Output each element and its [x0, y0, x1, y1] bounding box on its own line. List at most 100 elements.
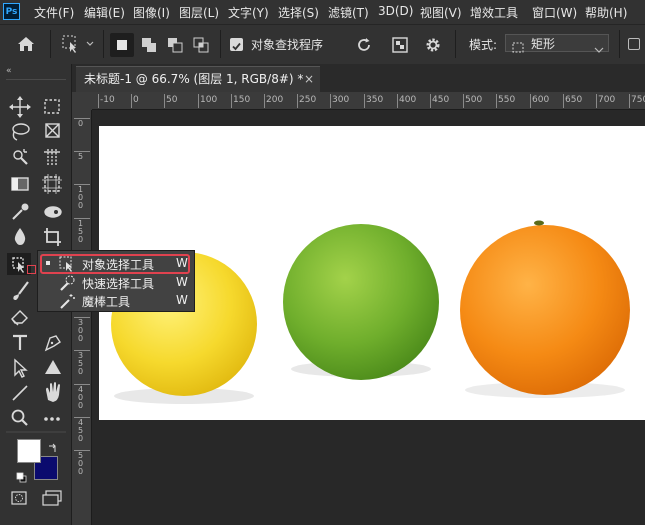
menu-file[interactable]: 文件(F)	[34, 4, 74, 21]
menu-3d[interactable]: 3D(D)	[378, 4, 413, 18]
ruler-tick	[297, 94, 298, 108]
text-icon	[13, 334, 27, 350]
foreground-color-swatch[interactable]	[17, 439, 41, 463]
menu-select[interactable]: 选择(S)	[278, 4, 319, 21]
flyout-item-shortcut: W	[176, 275, 188, 289]
flyout-item-magic-wand[interactable]: 魔棒工具 W	[38, 292, 194, 311]
ruler-tick-label: 0	[78, 119, 84, 128]
flyout-item-object-select[interactable]: 对象选择工具 W	[38, 254, 194, 274]
menu-plugins[interactable]: 增效工具	[470, 4, 518, 21]
gradient-icon	[11, 177, 29, 191]
mode-select[interactable]: 矩形	[505, 34, 609, 53]
ruler-tick-label: 3 5 0	[78, 351, 84, 376]
add-selection-icon[interactable]	[139, 35, 159, 59]
brush-icon	[13, 281, 29, 300]
flyout-item-quick-select[interactable]: 快速选择工具 W	[38, 274, 194, 293]
path-select-icon	[14, 358, 28, 378]
ruler-tick-label: 100	[200, 95, 218, 105]
quick-mask-icon[interactable]	[10, 490, 28, 510]
mode-label: 模式:	[469, 38, 498, 52]
separator	[50, 30, 51, 58]
marquee-icon	[44, 99, 60, 114]
ruler-tick-label: 500	[465, 95, 483, 105]
option-checkbox[interactable]	[628, 38, 640, 50]
ruler-tick	[98, 94, 99, 108]
ruler-tick	[496, 94, 497, 108]
menu-layer[interactable]: 图层(L)	[179, 4, 219, 21]
separator	[103, 30, 104, 58]
ruler-tick	[131, 94, 132, 108]
tool-group-indicator-icon	[27, 265, 36, 274]
ruler-tick-label: 300	[332, 95, 350, 105]
new-selection-button[interactable]	[110, 33, 134, 57]
ruler-corner	[72, 92, 92, 110]
ruler-tick-label: 200	[266, 95, 284, 105]
lime	[283, 224, 439, 380]
ruler-tick	[629, 94, 630, 108]
ruler-tick-label: 4 5 0	[78, 418, 84, 443]
intersect-selection-icon[interactable]	[191, 35, 211, 59]
magic-wand-icon	[58, 293, 76, 312]
ruler-tick-label: 350	[366, 95, 384, 105]
menu-window[interactable]: 窗口(W)	[532, 4, 577, 21]
active-bullet-icon	[46, 261, 50, 265]
ruler-tick-label: 600	[532, 95, 550, 105]
rect-mode-icon	[512, 38, 524, 57]
flyout-item-label: 对象选择工具	[82, 258, 155, 272]
ruler-tick	[330, 94, 331, 108]
menu-edit[interactable]: 编辑(E)	[84, 4, 125, 21]
object-finder-label: 对象查找程序	[251, 38, 324, 52]
ruler-tick-label: 1 0 0	[78, 185, 84, 210]
gear-icon[interactable]	[424, 36, 442, 58]
slice-icon	[44, 149, 60, 165]
line-icon	[12, 385, 28, 401]
ruler-tick	[563, 94, 564, 108]
document-tab[interactable]: 未标题-1 @ 66.7% (图层 1, RGB/8#) * ×	[76, 66, 320, 92]
sample-all-checkbox[interactable]	[230, 38, 243, 51]
menu-filter[interactable]: 滤镜(T)	[328, 4, 369, 21]
ruler-tick-label: 550	[498, 95, 516, 105]
blur-icon	[14, 228, 26, 245]
menu-view[interactable]: 视图(V)	[420, 4, 462, 21]
dodge-icon	[44, 206, 62, 218]
ruler-tick-label: 1 5 0	[78, 219, 84, 244]
screen-mode-icon[interactable]	[41, 490, 63, 510]
flyout-item-label: 魔棒工具	[82, 295, 131, 309]
ruler-tick-label: 650	[565, 95, 583, 105]
ruler-tick-label: 400	[399, 95, 417, 105]
close-tab-icon[interactable]: ×	[304, 67, 314, 91]
ruler-tick	[364, 94, 365, 108]
menu-image[interactable]: 图像(I)	[133, 4, 170, 21]
subtract-selection-icon[interactable]	[165, 35, 185, 59]
swap-colors-icon[interactable]	[48, 438, 58, 457]
collapse-panel-icon[interactable]: «	[6, 66, 12, 76]
hand-icon	[46, 382, 60, 402]
ruler-tick-label: 4 0 0	[78, 385, 84, 410]
refresh-icon[interactable]	[355, 36, 373, 58]
object-select-tool-flyout: 对象选择工具 W 快速选择工具 W 魔棒工具 W	[37, 250, 195, 312]
menu-help[interactable]: 帮助(H)	[585, 4, 627, 21]
eyedropper-icon	[12, 203, 29, 220]
photoshop-logo-icon[interactable]: Ps	[3, 3, 20, 20]
lasso-icon	[12, 123, 30, 141]
menu-type[interactable]: 文字(Y)	[228, 4, 269, 21]
flyout-item-shortcut: W	[176, 293, 188, 307]
ruler-tick-label: 5	[78, 152, 84, 161]
ruler-tick-label: 450	[432, 95, 450, 105]
artboard-icon	[45, 123, 60, 138]
show-all-objects-icon[interactable]	[391, 36, 409, 58]
home-icon[interactable]	[17, 36, 35, 56]
ruler-tick	[198, 94, 199, 108]
ruler-tick	[430, 94, 431, 108]
document-tab-title: 未标题-1 @ 66.7% (图层 1, RGB/8#) *	[84, 72, 304, 86]
tool-preset-icon[interactable]	[60, 34, 96, 58]
ruler-tick-label: 250	[299, 95, 317, 105]
default-colors-icon[interactable]	[16, 468, 27, 487]
ruler-tick-label: 700	[598, 95, 616, 105]
ruler-tick	[164, 94, 165, 108]
ruler-tick	[596, 94, 597, 108]
frame-icon	[42, 174, 62, 194]
more-icon	[44, 417, 60, 421]
ruler-tick-label: 0	[133, 95, 139, 105]
ruler-tick-label: 150	[233, 95, 251, 105]
